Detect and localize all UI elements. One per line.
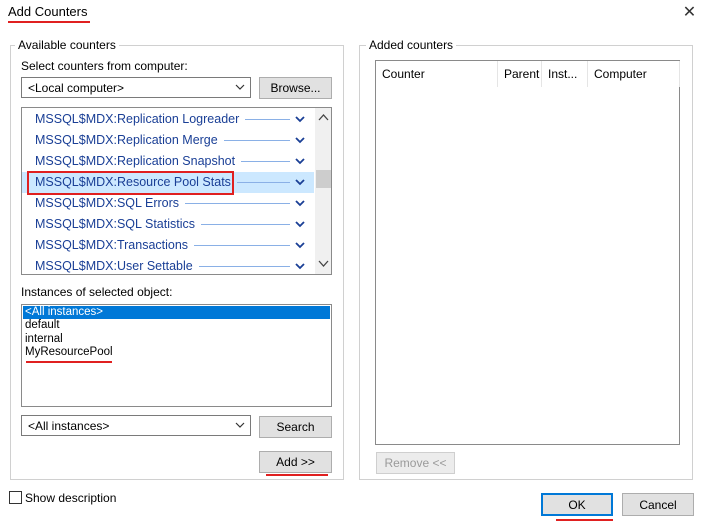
instances-label: Instances of selected object: bbox=[21, 285, 173, 299]
expand-chevron-icon[interactable] bbox=[294, 199, 306, 208]
instance-annotation-underline bbox=[26, 361, 112, 363]
column-header-computer[interactable]: Computer bbox=[588, 61, 680, 87]
expand-chevron-icon[interactable] bbox=[294, 136, 306, 145]
instance-filter-value: <All instances> bbox=[28, 418, 110, 433]
instances-list[interactable]: <All instances> default internal MyResource… bbox=[21, 304, 332, 407]
expand-chevron-icon[interactable] bbox=[294, 241, 306, 250]
counter-item-leader-line bbox=[185, 203, 290, 204]
scroll-up-icon[interactable] bbox=[318, 113, 329, 121]
counter-item-leader-line bbox=[245, 119, 290, 120]
ok-button[interactable]: OK bbox=[541, 493, 613, 516]
show-description-checkbox[interactable] bbox=[9, 491, 22, 504]
select-computer-label: Select counters from computer: bbox=[21, 59, 188, 73]
column-header-counter[interactable]: Counter bbox=[376, 61, 498, 87]
instance-item[interactable]: default bbox=[23, 319, 330, 332]
counter-item-leader-line bbox=[201, 224, 290, 225]
counter-item-label: MSSQL$MDX:Replication Snapshot bbox=[35, 154, 236, 168]
instance-filter-select[interactable]: <All instances> bbox=[21, 415, 251, 436]
expand-chevron-icon[interactable] bbox=[294, 115, 306, 124]
expand-chevron-icon[interactable] bbox=[294, 178, 306, 187]
counter-item[interactable]: MSSQL$MDX:SQL Statistics bbox=[22, 214, 314, 235]
selected-counter-annotation-box bbox=[27, 171, 234, 195]
browse-button[interactable]: Browse... bbox=[259, 77, 332, 99]
counter-item[interactable]: MSSQL$MDX:SQL Errors bbox=[22, 193, 314, 214]
search-button[interactable]: Search bbox=[259, 416, 332, 438]
counter-item-label: MSSQL$MDX:SQL Errors bbox=[35, 196, 180, 210]
counter-item-label: MSSQL$MDX:Replication Merge bbox=[35, 133, 218, 147]
counter-item[interactable]: MSSQL$MDX:User Settable bbox=[22, 256, 314, 274]
expand-chevron-icon[interactable] bbox=[294, 220, 306, 229]
close-icon: ✕ bbox=[682, 4, 697, 21]
close-button[interactable]: ✕ bbox=[676, 0, 703, 24]
counter-scrollbar[interactable] bbox=[315, 108, 331, 274]
computer-select-value: <Local computer> bbox=[28, 80, 125, 95]
add-annotation-underline bbox=[266, 474, 328, 476]
title-annotation-underline bbox=[8, 21, 90, 23]
remove-button[interactable]: Remove << bbox=[376, 452, 455, 474]
counter-item-label: MSSQL$MDX:User Settable bbox=[35, 259, 193, 273]
counter-item-leader-line bbox=[237, 182, 290, 183]
counter-item-label: MSSQL$MDX:SQL Statistics bbox=[35, 217, 195, 231]
add-button[interactable]: Add >> bbox=[259, 451, 332, 473]
counter-item[interactable]: MSSQL$MDX:Transactions bbox=[22, 235, 314, 256]
counter-item-leader-line bbox=[224, 140, 290, 141]
chevron-down-icon bbox=[235, 84, 245, 90]
counter-item-leader-line bbox=[194, 245, 290, 246]
instance-item[interactable]: internal bbox=[23, 333, 330, 346]
counter-item-label: MSSQL$MDX:Transactions bbox=[35, 238, 189, 252]
instance-item[interactable]: MyResourcePool bbox=[23, 346, 330, 359]
cancel-button[interactable]: Cancel bbox=[622, 493, 694, 516]
counter-item-leader-line bbox=[241, 161, 290, 162]
scroll-down-icon[interactable] bbox=[318, 260, 329, 268]
counter-item-label: MSSQL$MDX:Replication Logreader bbox=[35, 112, 240, 126]
expand-chevron-icon[interactable] bbox=[294, 262, 306, 271]
counter-item[interactable]: MSSQL$MDX:Replication Snapshot bbox=[22, 151, 314, 172]
column-header-parent[interactable]: Parent bbox=[498, 61, 542, 87]
counter-item-leader-line bbox=[199, 266, 290, 267]
chevron-down-icon bbox=[235, 422, 245, 428]
window-title: Add Counters bbox=[8, 4, 88, 19]
added-counters-table[interactable]: Counter Parent Inst... Computer bbox=[375, 60, 680, 445]
expand-chevron-icon[interactable] bbox=[294, 157, 306, 166]
counter-item[interactable]: MSSQL$MDX:Replication Logreader bbox=[22, 109, 314, 130]
column-header-instance[interactable]: Inst... bbox=[542, 61, 588, 87]
scroll-thumb[interactable] bbox=[316, 170, 331, 188]
added-counters-label: Added counters bbox=[366, 38, 457, 52]
counter-item[interactable]: MSSQL$MDX:Replication Merge bbox=[22, 130, 314, 151]
show-description-label: Show description bbox=[25, 491, 117, 505]
instance-item[interactable]: <All instances> bbox=[23, 306, 330, 319]
ok-annotation-underline bbox=[556, 519, 613, 521]
available-counters-label: Available counters bbox=[15, 38, 119, 52]
computer-select[interactable]: <Local computer> bbox=[21, 77, 251, 98]
